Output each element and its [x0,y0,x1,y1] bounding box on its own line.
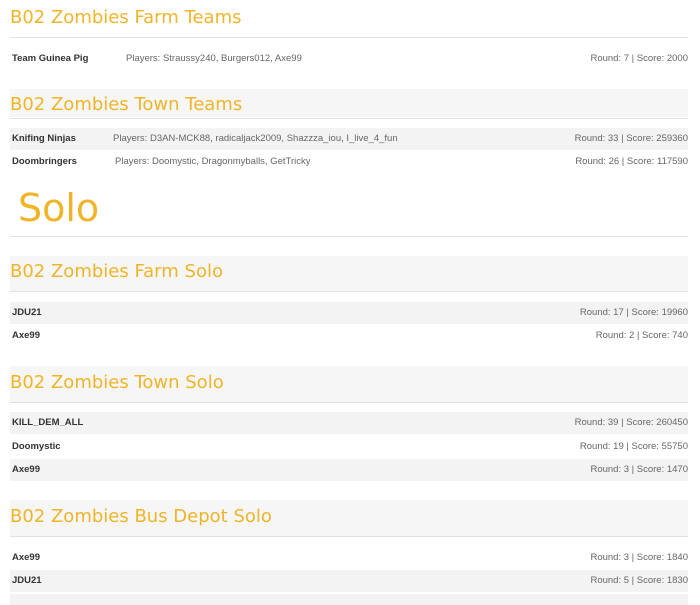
section-divider [10,291,688,292]
team-name: Doombringers [12,156,77,167]
round-score: Round: 3 | Score: 1840 [590,552,688,563]
section-title-farm-teams: B02 Zombies Farm Teams [10,7,242,28]
solo-heading: Solo [18,186,100,230]
table-row: Team Guinea Pig Players: Straussy240, Bu… [10,48,688,70]
team-players: Players: D3AN-MCK88, radicaljack2009, Sh… [113,133,398,144]
section-divider [10,236,688,237]
round-score: Round: 2 | Score: 740 [595,330,688,341]
table-row: Axe99 Round: 2 | Score: 740 [10,325,688,347]
section-divider [10,402,688,403]
round-score: Round: 26 | Score: 117590 [575,156,688,167]
section-divider [10,118,688,119]
team-players: Players: Straussy240, Burgers012, Axe99 [126,53,302,64]
round-score: Round: 33 | Score: 259360 [574,133,688,144]
bottom-band [10,594,688,605]
section-divider [10,536,688,537]
section-title-town-solo: B02 Zombies Town Solo [10,366,688,402]
section-title-farm-solo: B02 Zombies Farm Solo [10,256,688,292]
round-score: Round: 19 | Score: 55750 [579,441,688,452]
section-title-town-teams: B02 Zombies Town Teams [10,89,688,117]
player-name: JDU21 [12,575,42,586]
table-row: Doomystic Round: 19 | Score: 55750 [10,436,688,458]
player-name: Doomystic [12,441,61,452]
round-score: Round: 17 | Score: 19960 [579,307,688,318]
table-row: JDU21 Round: 17 | Score: 19960 [10,302,688,324]
team-name: Team Guinea Pig [12,53,89,64]
round-score: Round: 3 | Score: 1470 [590,464,688,475]
player-name: KILL_DEM_ALL [12,417,84,428]
round-score: Round: 5 | Score: 1830 [590,575,688,586]
table-row: Axe99 Round: 3 | Score: 1470 [10,459,688,481]
team-players: Players: Doomystic, Dragonmyballs, GetTr… [115,156,311,167]
team-name: Knifing Ninjas [12,133,76,144]
table-row: Axe99 Round: 3 | Score: 1840 [10,547,688,569]
section-title-bus-depot-solo: B02 Zombies Bus Depot Solo [10,500,688,536]
table-row: Knifing Ninjas Players: D3AN-MCK88, radi… [10,128,688,150]
round-score: Round: 39 | Score: 260450 [574,417,688,428]
table-row: KILL_DEM_ALL Round: 39 | Score: 260450 [10,412,688,434]
table-row: Doombringers Players: Doomystic, Dragonm… [10,151,688,173]
player-name: Axe99 [12,330,40,341]
player-name: JDU21 [12,307,42,318]
section-divider [10,37,688,38]
leaderboard-page: B02 Zombies Farm Teams Team Guinea Pig P… [0,0,700,605]
table-row: JDU21 Round: 5 | Score: 1830 [10,570,688,592]
round-score: Round: 7 | Score: 2000 [590,53,688,64]
player-name: Axe99 [12,464,40,475]
player-name: Axe99 [12,552,40,563]
